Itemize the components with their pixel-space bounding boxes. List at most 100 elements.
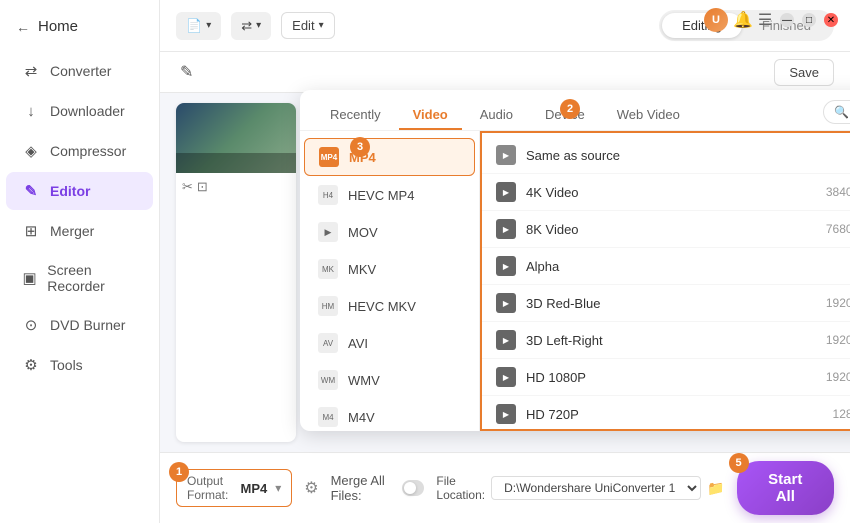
preset-8k-label: 8K Video: [526, 222, 826, 237]
preset-hd-1080p[interactable]: ▶ HD 1080P 1920*1080 ✎: [482, 359, 850, 396]
preset-icon-3d-lr: ▶: [496, 330, 516, 350]
preset-3d-lr-res: 1920*1080: [826, 333, 850, 347]
video-card: ✂ ⊡: [176, 103, 296, 442]
format-hevc-mkv-label: HEVC MKV: [348, 299, 416, 314]
add-media-icon: 📄: [186, 18, 202, 34]
sidebar-item-label: Tools: [50, 357, 83, 373]
hevc-mp4-icon: H4: [318, 185, 338, 205]
preset-same-label: Same as source: [526, 148, 850, 163]
preset-icon-hd720: ▶: [496, 404, 516, 424]
maximize-button[interactable]: □: [802, 13, 816, 27]
preset-3d-rb-label: 3D Red-Blue: [526, 296, 826, 311]
preset-8k[interactable]: ▶ 8K Video 7680*4320 ✎: [482, 211, 850, 248]
format-avi-label: AVI: [348, 336, 368, 351]
minimize-button[interactable]: —: [780, 13, 794, 27]
format-avi[interactable]: AV AVI: [304, 325, 475, 361]
sidebar-item-label: DVD Burner: [50, 317, 125, 333]
settings-gear-button[interactable]: ⚙: [304, 478, 318, 498]
sidebar-item-dvd-burner[interactable]: ⊙ DVD Burner: [6, 306, 153, 344]
preset-hd1080-label: HD 1080P: [526, 370, 826, 385]
home-nav[interactable]: ← Home: [0, 10, 159, 51]
convert-button[interactable]: ⇄ ▾: [231, 12, 271, 40]
sidebar-item-downloader[interactable]: ↓ Downloader: [6, 92, 153, 130]
preset-alpha[interactable]: ▶ Alpha Auto ✎: [482, 248, 850, 285]
step-badge-1: 1: [169, 462, 189, 482]
tools-icon: ⚙: [22, 356, 40, 374]
close-button[interactable]: ✕: [824, 13, 838, 27]
save-button[interactable]: Save: [774, 59, 834, 86]
tab-recently[interactable]: Recently: [316, 101, 395, 130]
hevc-mkv-icon: HM: [318, 296, 338, 316]
avi-icon: AV: [318, 333, 338, 353]
convert-icon: ⇄: [241, 18, 252, 34]
step-badge-3: 3: [350, 137, 370, 157]
sidebar-item-label: Downloader: [50, 103, 125, 119]
preset-4k-res: 3840*2160: [826, 185, 850, 199]
step-badge-5: 5: [729, 453, 749, 473]
preset-4k[interactable]: ▶ 4K Video 3840*2160 ✎: [482, 174, 850, 211]
preset-icon-3d-rb: ▶: [496, 293, 516, 313]
format-mp4[interactable]: MP4 MP4: [304, 138, 475, 176]
file-path-dropdown[interactable]: D:\Wondershare UniConverter 1: [491, 476, 701, 500]
preset-hd-720p[interactable]: ▶ HD 720P 1280*720 ✎: [482, 396, 850, 431]
format-mov-label: MOV: [348, 225, 378, 240]
mkv-icon: MK: [318, 259, 338, 279]
crop-tool-button[interactable]: ⊡: [197, 179, 208, 195]
preset-3d-rb-res: 1920*1080: [826, 296, 850, 310]
tab-video[interactable]: Video: [399, 101, 462, 130]
merger-icon: ⊞: [22, 222, 40, 240]
format-presets: 4 ▶ Same as source Auto ✎ ▶ 4K Video 384…: [480, 131, 850, 431]
preset-icon-alpha: ▶: [496, 256, 516, 276]
merge-section: Merge All Files:: [331, 473, 425, 503]
sidebar-item-label: Editor: [50, 183, 90, 199]
add-media-arrow: ▾: [206, 20, 211, 31]
format-hevc-mp4[interactable]: H4 HEVC MP4: [304, 177, 475, 213]
browse-folder-button[interactable]: 📁: [707, 480, 724, 497]
add-media-button[interactable]: 📄 ▾: [176, 12, 221, 40]
menu-icon[interactable]: ☰: [758, 13, 772, 27]
start-all-button[interactable]: 5 Start All: [737, 461, 834, 515]
screen-recorder-icon: ▣: [22, 269, 37, 287]
sidebar-item-compressor[interactable]: ◈ Compressor: [6, 132, 153, 170]
compressor-icon: ◈: [22, 142, 40, 160]
user-avatar[interactable]: U: [704, 8, 728, 32]
edit-dropdown[interactable]: Edit ▾: [281, 12, 334, 39]
preset-icon-4k: ▶: [496, 182, 516, 202]
sidebar-item-converter[interactable]: ⇄ Converter: [6, 52, 153, 90]
preset-3d-red-blue[interactable]: ▶ 3D Red-Blue 1920*1080 ✎: [482, 285, 850, 322]
preset-3d-left-right[interactable]: ▶ 3D Left-Right 1920*1080 ✎: [482, 322, 850, 359]
edit-pencil-button[interactable]: ✎: [176, 58, 197, 86]
preset-icon-8k: ▶: [496, 219, 516, 239]
format-mov[interactable]: ▶ MOV: [304, 214, 475, 250]
sidebar-item-merger[interactable]: ⊞ Merger: [6, 212, 153, 250]
video-thumb-overlay: [176, 153, 296, 173]
tab-audio[interactable]: Audio: [466, 101, 527, 130]
sidebar-item-editor[interactable]: ✎ Editor: [6, 172, 153, 210]
downloader-icon: ↓: [22, 102, 40, 120]
editor-icon: ✎: [22, 182, 40, 200]
window-chrome: U 🔔 ☰ — □ ✕: [692, 0, 850, 40]
format-hevc-mkv[interactable]: HM HEVC MKV: [304, 288, 475, 324]
converter-icon: ⇄: [22, 62, 40, 80]
tab-web-video[interactable]: Web Video: [603, 101, 694, 130]
file-location-section: File Location: D:\Wondershare UniConvert…: [436, 474, 724, 502]
merge-toggle[interactable]: [402, 480, 425, 496]
format-mkv[interactable]: MK MKV: [304, 251, 475, 287]
edit-label: Edit: [292, 18, 314, 33]
start-all-label: Start All: [768, 471, 802, 505]
notification-icon[interactable]: 🔔: [736, 13, 750, 27]
format-wmv[interactable]: WM WMV: [304, 362, 475, 398]
format-m4v[interactable]: M4 M4V: [304, 399, 475, 431]
output-format-section: 1 Output Format: MP4 ▾: [176, 469, 292, 507]
dvd-burner-icon: ⊙: [22, 316, 40, 334]
format-hevc-mp4-label: HEVC MP4: [348, 188, 414, 203]
format-body: 3 MP4 MP4 H4 HEVC MP4 ▶ MOV MK MKV: [300, 131, 850, 431]
format-m4v-label: M4V: [348, 410, 375, 425]
m4v-icon: M4: [318, 407, 338, 427]
preset-same-as-source[interactable]: ▶ Same as source Auto ✎: [482, 137, 850, 174]
sidebar-item-screen-recorder[interactable]: ▣ Screen Recorder: [6, 252, 153, 304]
sidebar-item-tools[interactable]: ⚙ Tools: [6, 346, 153, 384]
format-search-box[interactable]: 🔍 Search: [823, 100, 850, 124]
step-badge-2: 2: [560, 99, 580, 119]
cut-tool-button[interactable]: ✂: [182, 179, 193, 195]
